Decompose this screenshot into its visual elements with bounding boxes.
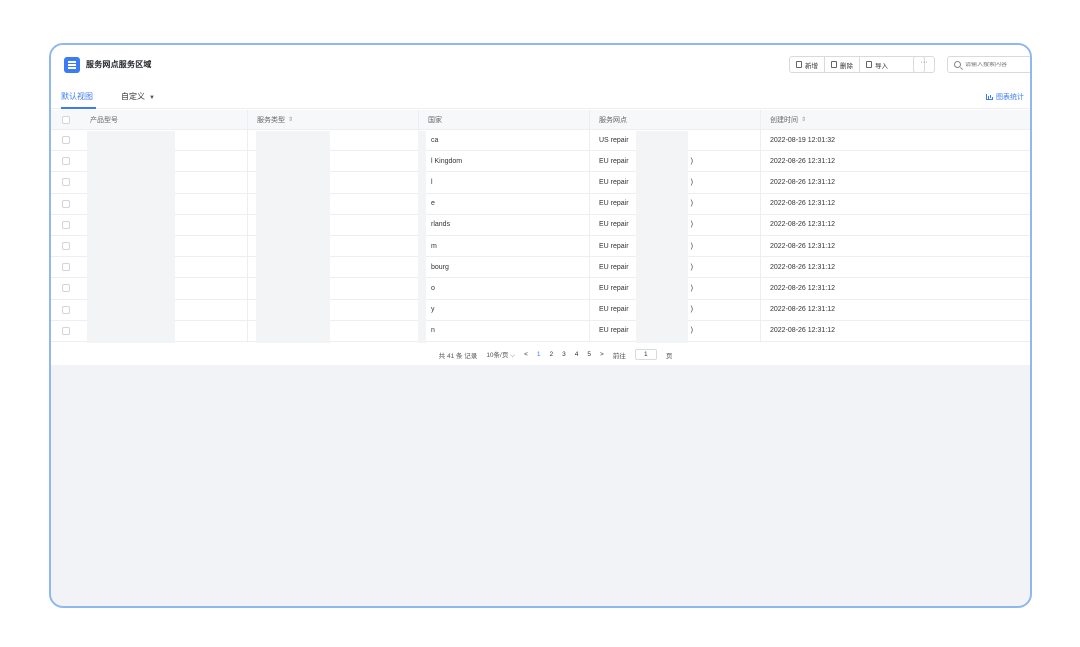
page-4[interactable]: 4 [575,351,579,358]
row-checkbox[interactable] [62,242,70,251]
goto-label: 前往 [612,352,626,360]
app-window: 服务网点服务区域 新增 删除 导入 ··· 请输入搜索内容 默认视图 自定义 ▼… [49,43,1032,608]
cell-created-time: 2022-08-26 12:31:12 [760,235,1030,257]
import-icon [866,61,872,68]
total-count: 共 41 条 记录 [438,352,478,360]
row-checkbox[interactable] [62,284,70,293]
main-panel: 服务网点服务区域 新增 删除 导入 ··· 请输入搜索内容 默认视图 自定义 ▼… [51,45,1030,365]
more-button[interactable]: ··· [913,56,935,73]
col-header-created-time[interactable]: 创建时间 ⇕ [760,110,1030,129]
page-title: 服务网点服务区域 [86,60,152,69]
select-all-checkbox[interactable] [62,115,70,124]
add-button[interactable]: 新增 [790,57,825,72]
cell-country: e [418,193,589,214]
row-checkbox[interactable] [62,178,70,187]
pagination: 共 41 条 记录 10条/页 ⌵ < 1 2 3 4 5 > 前往 1 页 [51,344,1030,365]
cell-country: ca [418,130,589,151]
col-header-service-type[interactable]: 服务类型 ⇕ [247,110,418,129]
table-row[interactable]: bourg EU repair) 2022-08-26 12:31:12 [51,257,1030,279]
page-3[interactable]: 3 [562,351,566,358]
page-2[interactable]: 2 [550,351,554,358]
cell-country: o [418,278,589,299]
sort-icon[interactable]: ⇕ [801,116,806,123]
table-row[interactable]: l Kingdom EU repair) 2022-08-26 12:31:12 [51,151,1030,173]
cell-country: n [418,320,589,341]
cell-created-time: 2022-08-26 12:31:12 [760,151,1030,172]
table-row[interactable]: m EU repair) 2022-08-26 12:31:12 [51,235,1030,258]
cell-created-time: 2022-08-26 12:31:12 [760,257,1030,278]
cell-created-time: 2022-08-26 12:31:12 [760,214,1030,235]
data-table: 产品型号 服务类型 ⇕ 国家 服务网点 创建时间 ⇕ ca US repair 2022… [51,110,1030,343]
toolbar: 新增 删除 导入 [789,56,925,73]
add-button-label: 新增 [805,62,818,70]
redacted-block [636,131,688,343]
tab-default-view[interactable]: 默认视图 [61,91,93,102]
cell-country: rlands [418,214,589,235]
redacted-block [418,131,426,343]
page-1[interactable]: 1 [537,351,541,358]
col-header-product-model[interactable]: 产品型号 [81,110,247,129]
prev-page-button[interactable]: < [524,351,528,358]
row-checkbox[interactable] [62,157,70,166]
row-checkbox[interactable] [62,199,70,208]
trash-icon [831,61,837,68]
cell-country: bourg [418,257,589,278]
cell-created-time: 2022-08-26 12:31:12 [760,193,1030,214]
table-row[interactable]: o EU repair) 2022-08-26 12:31:12 [51,278,1030,300]
goto-page-input[interactable]: 1 [634,349,657,360]
redacted-block [256,131,330,343]
bar-chart-icon [986,94,993,100]
view-tabs: 默认视图 自定义 ▼ 图表统计 [51,83,1030,109]
cell-created-time: 2022-08-26 12:31:12 [760,320,1030,341]
row-checkbox[interactable] [62,220,70,229]
add-doc-icon [796,61,802,68]
table-row[interactable]: e EU repair) 2022-08-26 12:31:12 [51,193,1030,215]
sort-icon[interactable]: ⇕ [288,116,293,123]
search-box[interactable] [947,56,1030,73]
redacted-block [87,131,175,343]
import-button[interactable]: 导入 [860,57,894,72]
caret-down-icon: ▼ [149,95,155,101]
cell-created-time: 2022-08-26 12:31:12 [760,278,1030,299]
delete-button-label: 删除 [840,62,853,70]
goto-suffix: 页 [665,352,673,360]
table-row[interactable]: y EU repair) 2022-08-26 12:31:12 [51,299,1030,321]
row-checkbox[interactable] [62,326,70,335]
table-header-row: 产品型号 服务类型 ⇕ 国家 服务网点 创建时间 ⇕ [51,110,1030,130]
row-checkbox[interactable] [62,263,70,272]
table-row[interactable]: l EU repair) 2022-08-26 12:31:12 [51,172,1030,194]
chart-stats-link[interactable]: 图表统计 [986,92,1024,102]
page-header: 服务网点服务区域 新增 删除 导入 ··· [51,45,1030,83]
table-row[interactable]: n EU repair) 2022-08-26 12:31:12 [51,320,1030,342]
next-page-button[interactable]: > [600,351,604,358]
tab-custom-label: 自定义 [121,92,145,101]
search-input[interactable] [965,61,1029,68]
row-checkbox[interactable] [62,305,70,314]
col-header-service-outlet[interactable]: 服务网点 [589,110,760,129]
table-row[interactable]: ca US repair 2022-08-19 12:01:32 [51,130,1030,152]
table-row[interactable]: rlands EU repair) 2022-08-26 12:31:12 [51,214,1030,236]
cell-country: l [418,172,589,193]
cell-country: m [418,235,589,257]
active-tab-indicator [61,107,96,109]
cell-country: l Kingdom [418,151,589,172]
import-button-label: 导入 [875,62,888,70]
col-header-country[interactable]: 国家 [418,110,589,129]
search-icon [954,61,961,68]
cell-created-time: 2022-08-26 12:31:12 [760,172,1030,193]
chevron-down-icon: ⌵ [510,352,516,359]
delete-button[interactable]: 删除 [825,57,860,72]
tab-custom[interactable]: 自定义 ▼ [121,91,155,102]
page-5[interactable]: 5 [587,351,591,358]
page-size-select[interactable]: 10条/页 ⌵ [486,349,515,360]
form-app-icon [64,57,80,73]
cell-created-time: 2022-08-19 12:01:32 [760,130,1030,151]
cell-created-time: 2022-08-26 12:31:12 [760,299,1030,320]
chart-stats-label: 图表统计 [996,94,1024,101]
row-checkbox[interactable] [62,136,70,145]
cell-country: y [418,299,589,320]
